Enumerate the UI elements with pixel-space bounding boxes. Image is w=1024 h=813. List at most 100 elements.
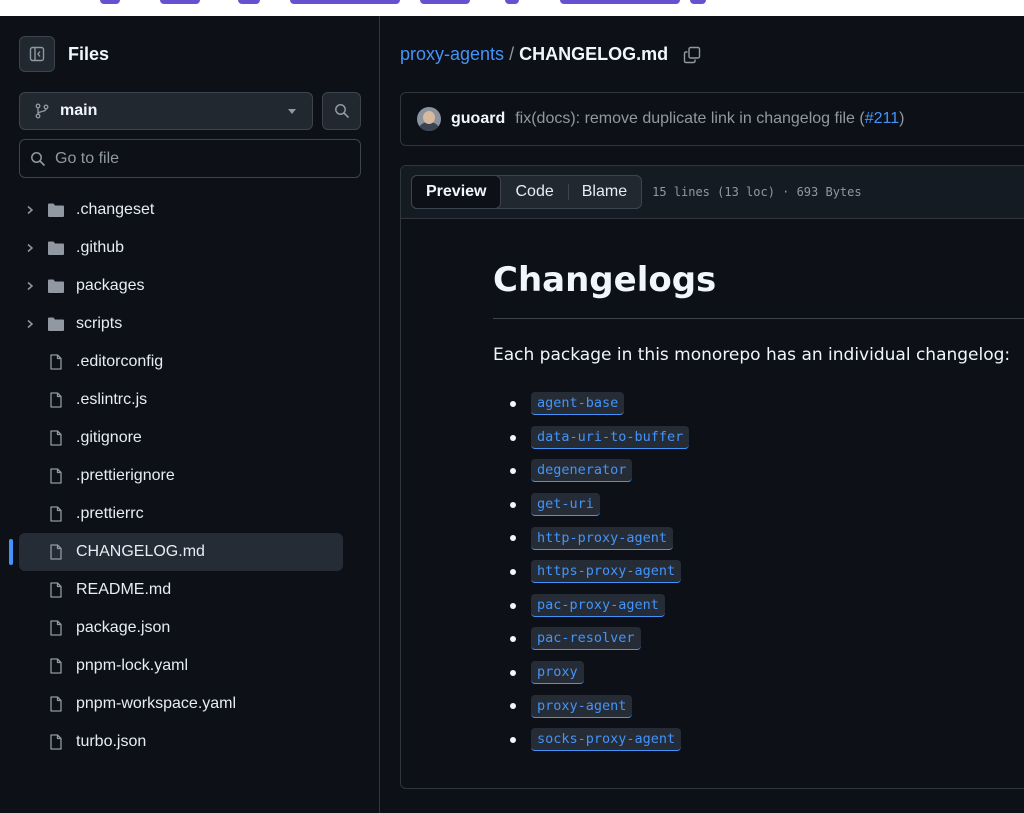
tree-item-pnpm-lock[interactable]: pnpm-lock.yaml [19, 647, 343, 685]
tree-item-gitignore[interactable]: .gitignore [19, 419, 343, 457]
author-avatar[interactable] [417, 107, 441, 131]
breadcrumb-repo-link[interactable]: proxy-agents [400, 44, 504, 65]
file-icon [50, 506, 62, 522]
file-view: proxy-agents / CHANGELOG.md guoard fix(d… [381, 16, 1024, 813]
tree-item-label: turbo.json [76, 733, 147, 750]
view-mode-toggle: Preview Code Blame [411, 175, 643, 209]
list-item: proxy [493, 656, 1024, 690]
tree-item-changelog[interactable]: CHANGELOG.md [9, 533, 343, 571]
chevron-right-icon[interactable] [23, 241, 37, 255]
tree-item-label: scripts [76, 315, 123, 332]
tab-blame[interactable]: Blame [567, 176, 641, 208]
commit-message-end: ) [899, 110, 905, 127]
copy-icon [683, 46, 701, 63]
markdown-heading: Changelogs [493, 260, 1024, 319]
tree-item-prettierignore[interactable]: .prettierignore [19, 457, 343, 495]
list-item: pac-proxy-agent [493, 589, 1024, 623]
package-link-agent-base[interactable]: agent-base [531, 392, 625, 416]
tree-item-eslintrc[interactable]: .eslintrc.js [19, 381, 343, 419]
tree-item-label: .prettierrc [76, 505, 144, 522]
list-item: proxy-agent [493, 689, 1024, 723]
list-item: https-proxy-agent [493, 555, 1024, 589]
list-item: http-proxy-agent [493, 521, 1024, 555]
tree-item-pnpm-workspace[interactable]: pnpm-workspace.yaml [19, 685, 343, 723]
tree-item-label: .github [76, 239, 125, 256]
tree-item-packages[interactable]: packages [19, 267, 343, 305]
package-link-https-proxy-agent[interactable]: https-proxy-agent [531, 560, 682, 584]
package-link-http-proxy-agent[interactable]: http-proxy-agent [531, 526, 674, 550]
breadcrumb: proxy-agents / CHANGELOG.md [400, 44, 701, 65]
branch-selector-button[interactable]: main [19, 92, 313, 130]
list-item: socks-proxy-agent [493, 723, 1024, 757]
tree-item-label: .eslintrc.js [76, 391, 148, 408]
file-icon [50, 544, 62, 560]
package-link-data-uri-to-buffer[interactable]: data-uri-to-buffer [531, 425, 690, 449]
breadcrumb-file-name: CHANGELOG.md [519, 44, 669, 64]
go-to-file-field[interactable] [19, 139, 361, 178]
file-icon [50, 734, 62, 750]
tree-item-package-json[interactable]: package.json [19, 609, 343, 647]
file-tree: .changeset .github packages scripts .edi… [9, 191, 343, 761]
tree-item-github[interactable]: .github [19, 229, 343, 267]
folder-icon [48, 203, 64, 217]
tab-preview[interactable]: Preview [411, 175, 502, 209]
commit-message-text: fix(docs): remove duplicate link in chan… [515, 110, 865, 127]
package-link-degenerator[interactable]: degenerator [531, 459, 633, 483]
copy-path-button[interactable] [683, 46, 701, 64]
file-icon [50, 658, 62, 674]
search-code-button[interactable] [322, 92, 361, 130]
file-content-box: Preview Code Blame 15 lines (13 loc) · 6… [400, 165, 1024, 789]
list-item: degenerator [493, 454, 1024, 488]
tree-item-label: CHANGELOG.md [76, 543, 205, 560]
commit-message[interactable]: fix(docs): remove duplicate link in chan… [515, 110, 904, 128]
chevron-right-icon[interactable] [23, 203, 37, 217]
tree-item-readme[interactable]: README.md [19, 571, 343, 609]
tree-item-editorconfig[interactable]: .editorconfig [19, 343, 343, 381]
commit-author[interactable]: guoard [451, 110, 505, 128]
file-icon [50, 620, 62, 636]
file-info: 15 lines (13 loc) · 693 Bytes [652, 185, 862, 199]
folder-icon [48, 317, 64, 331]
package-link-proxy-agent[interactable]: proxy-agent [531, 694, 633, 718]
file-icon [50, 392, 62, 408]
package-link-pac-proxy-agent[interactable]: pac-proxy-agent [531, 593, 665, 617]
chevron-right-icon[interactable] [23, 279, 37, 293]
tree-item-label: README.md [76, 581, 172, 598]
package-link-pac-resolver[interactable]: pac-resolver [531, 627, 641, 651]
file-icon [50, 582, 62, 598]
folder-icon [48, 279, 64, 293]
branch-name: main [60, 102, 98, 119]
list-item: pac-resolver [493, 622, 1024, 656]
tree-item-label: .gitignore [76, 429, 142, 446]
tree-item-label: .editorconfig [76, 353, 164, 370]
tree-item-label: package.json [76, 619, 171, 636]
tree-item-prettierrc[interactable]: .prettierrc [19, 495, 343, 533]
tree-item-label: pnpm-workspace.yaml [76, 695, 237, 712]
list-item: agent-base [493, 387, 1024, 421]
latest-commit-bar: guoard fix(docs): remove duplicate link … [400, 92, 1024, 146]
search-icon [31, 151, 46, 166]
file-icon [50, 468, 62, 484]
file-toolbar: Preview Code Blame 15 lines (13 loc) · 6… [401, 166, 1024, 219]
tab-code[interactable]: Code [501, 176, 567, 208]
folder-icon [48, 241, 64, 255]
chevron-right-icon[interactable] [23, 317, 37, 331]
package-link-get-uri[interactable]: get-uri [531, 493, 600, 517]
go-to-file-input[interactable] [55, 149, 345, 168]
git-branch-icon [35, 103, 49, 119]
list-item: get-uri [493, 488, 1024, 522]
sidebar-toggle-button[interactable] [19, 36, 55, 72]
commit-pr-link[interactable]: #211 [865, 110, 899, 127]
tree-item-turbo-json[interactable]: turbo.json [19, 723, 343, 761]
tree-item-scripts[interactable]: scripts [19, 305, 343, 343]
tree-item-changeset[interactable]: .changeset [19, 191, 343, 229]
tree-item-label: packages [76, 277, 145, 294]
sidebar-header: Files [19, 36, 109, 72]
file-tree-sidebar: Files main .changeset [0, 16, 380, 813]
package-link-socks-proxy-agent[interactable]: socks-proxy-agent [531, 728, 682, 752]
package-link-proxy[interactable]: proxy [531, 661, 584, 685]
active-item-indicator [9, 539, 13, 565]
sidebar-title: Files [68, 43, 110, 64]
tree-item-label: .prettierignore [76, 467, 175, 484]
caret-down-icon [288, 109, 296, 114]
